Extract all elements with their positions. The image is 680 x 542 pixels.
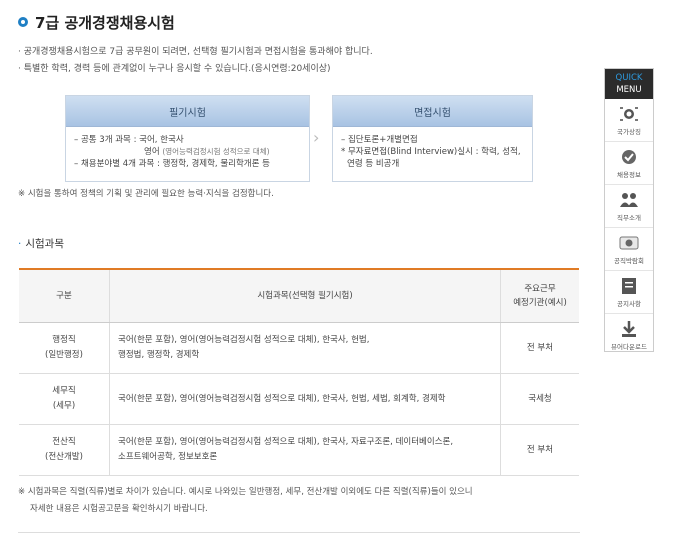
category-sub: (전산개발) <box>45 452 83 462</box>
row-category: 전산직 (전산개발) <box>19 424 110 476</box>
row-agency: 국세청 <box>500 373 579 425</box>
written-exam-box: 필기시험 – 공통 3개 과목 : 국어, 한국사 영어 (영어능력검정시험 성… <box>65 95 310 182</box>
download-icon <box>619 320 639 338</box>
row-category: 세무직 (세무) <box>19 373 110 425</box>
subjects-note: ※ 시험과목은 직렬(직류)별로 차이가 있습니다. 예시로 나와있는 일반행정… <box>18 484 473 518</box>
subjects-line-1: 국어(한문 포함), 영어(영어능력검정시험 성적으로 대체), 한국사, 헌법… <box>118 335 370 345</box>
interview-exam-title: 면접시험 <box>333 96 532 127</box>
quick-item-national-symbol[interactable]: 국가상징 <box>605 99 653 142</box>
written-line-3: – 채용분야별 4개 과목 : 행정학, 경제학, 물리학개론 등 <box>74 159 270 169</box>
table-row: 전산직 (전산개발) 국어(한문 포함), 영어(영어능력검정시험 성적으로 대… <box>19 424 579 476</box>
subjects-note-line-2: 자세한 내용은 시험공고문을 확인하시기 바랍니다. <box>30 504 208 514</box>
quick-menu-title-2: MENU <box>616 85 642 95</box>
subjects-line-1: 국어(한문 포함), 영어(영어능력검정시험 성적으로 대체), 한국사, 헌법… <box>118 393 446 404</box>
quick-menu-title: QUICK MENU <box>605 69 653 99</box>
page-title-text: 7급 공개경쟁채용시험 <box>35 13 175 32</box>
quick-item-label: 공지사항 <box>617 299 641 308</box>
notice-icon <box>619 277 639 295</box>
category-sub: (일반행정) <box>45 350 83 360</box>
subjects-note-line-1: ※ 시험과목은 직렬(직류)별로 차이가 있습니다. 예시로 나와있는 일반행정… <box>18 487 473 497</box>
intro-line-1: · 공개경쟁채용시험으로 7급 공무원이 되려면, 선택형 필기시험과 면접시험… <box>18 47 373 57</box>
quick-item-recruit-info[interactable]: 채용정보 <box>605 142 653 185</box>
exam-note: ※ 시험을 통하여 정책의 기획 및 관리에 필요한 능력·지식을 검정합니다. <box>18 189 274 199</box>
intro-line-2: · 특별한 학력, 경력 등에 관계없이 누구나 응시할 수 있습니다.(응시연… <box>18 64 331 74</box>
quick-item-job-intro[interactable]: 직무소개 <box>605 185 653 228</box>
quick-menu-title-1: QUICK <box>615 73 643 83</box>
header-agency-line-2: 예정기관(예시) <box>513 298 567 308</box>
section-heading: · 시험과목 <box>18 236 64 251</box>
intro-text: · 공개경쟁채용시험으로 7급 공무원이 되려면, 선택형 필기시험과 면접시험… <box>18 44 373 78</box>
header-category: 구분 <box>19 269 110 323</box>
quick-item-label: 국가상징 <box>617 127 641 136</box>
page-title: 7급 공개경쟁채용시험 <box>18 10 175 34</box>
national-symbol-icon <box>619 105 639 123</box>
table-row: 행정직 (일반행정) 국어(한문 포함), 영어(영어능력검정시험 성적으로 대… <box>19 322 579 374</box>
quick-item-label: 공직박람회 <box>614 256 644 265</box>
row-subjects: 국어(한문 포함), 영어(영어능력검정시험 성적으로 대체), 한국사, 자료… <box>109 424 501 476</box>
subjects-line-1: 국어(한문 포함), 영어(영어능력검정시험 성적으로 대체), 한국사, 자료… <box>118 437 454 447</box>
quick-item-label: 뷰어다운로드 <box>611 342 647 351</box>
people-icon <box>619 191 639 209</box>
row-category: 행정직 (일반행정) <box>19 322 110 374</box>
written-line-2-sub: (영어능력검정시험 성적으로 대체) <box>162 147 270 156</box>
category-name: 전산직 <box>52 437 76 447</box>
written-line-2: 영어 <box>144 147 160 157</box>
recruit-info-icon <box>619 148 639 166</box>
interview-line-1: – 집단토론+개별면접 <box>341 135 418 145</box>
table-header-row: 구분 시험과목(선택형 필기시험) 주요근무 예정기관(예시) <box>19 269 579 323</box>
subjects-line-2: 행정법, 행정학, 경제학 <box>118 350 200 360</box>
section-title: 시험과목 <box>25 238 64 250</box>
category-sub: (세무) <box>52 401 76 411</box>
row-agency: 전 부처 <box>500 322 579 374</box>
quick-item-label: 직무소개 <box>617 213 641 222</box>
interview-line-2: * 무자료면접(Blind Interview)실시 : 학력, 성적, <box>341 147 521 157</box>
table-row: 세무직 (세무) 국어(한문 포함), 영어(영어능력검정시험 성적으로 대체)… <box>19 373 579 425</box>
flow-arrow-icon: › <box>313 128 320 147</box>
subjects-table: 구분 시험과목(선택형 필기시험) 주요근무 예정기관(예시) 행정직 (일반행… <box>19 268 579 476</box>
interview-exam-box: 면접시험 – 집단토론+개별면접 * 무자료면접(Blind Interview… <box>332 95 533 182</box>
fair-icon <box>619 234 639 252</box>
subjects-line-2: 소프트웨어공학, 정보보호론 <box>118 452 218 462</box>
row-agency: 전 부처 <box>500 424 579 476</box>
quick-item-notice[interactable]: 공지사항 <box>605 271 653 314</box>
written-line-1: – 공통 3개 과목 : 국어, 한국사 <box>74 135 184 145</box>
quick-item-fair[interactable]: 공직박람회 <box>605 228 653 271</box>
header-agency-line-1: 주요근무 <box>524 284 556 294</box>
header-agency: 주요근무 예정기관(예시) <box>500 269 579 323</box>
header-subjects: 시험과목(선택형 필기시험) <box>109 269 501 323</box>
title-bullet-icon <box>18 17 28 27</box>
quick-item-label: 채용정보 <box>617 170 641 179</box>
quick-menu: QUICK MENU 국가상징 채용정보 직무소개 공직박람회 공지사항 뷰어다… <box>604 68 654 352</box>
quick-item-viewer-download[interactable]: 뷰어다운로드 <box>605 314 653 356</box>
written-exam-title: 필기시험 <box>66 96 309 127</box>
content-divider <box>18 532 580 533</box>
section-bullet: · <box>18 238 22 250</box>
category-name: 세무직 <box>52 386 76 396</box>
interview-line-3: 연령 등 비공개 <box>347 159 400 169</box>
category-name: 행정직 <box>52 335 76 345</box>
row-subjects: 국어(한문 포함), 영어(영어능력검정시험 성적으로 대체), 한국사, 헌법… <box>109 373 501 425</box>
row-subjects: 국어(한문 포함), 영어(영어능력검정시험 성적으로 대체), 한국사, 헌법… <box>109 322 501 374</box>
